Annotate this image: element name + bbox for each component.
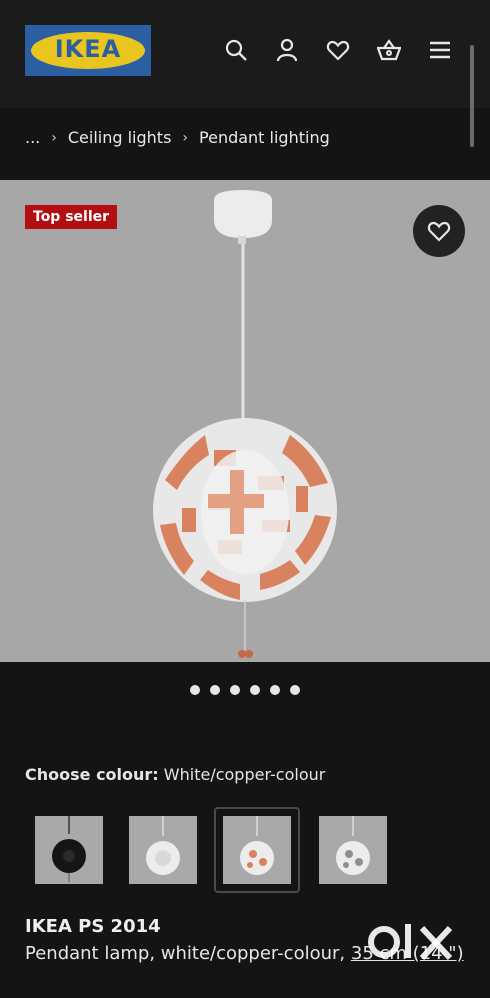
ikea-logo[interactable]: IKEA xyxy=(25,25,151,76)
swatch-thumbnail xyxy=(35,816,103,884)
selected-colour-value: White/copper-colour xyxy=(163,765,326,784)
colour-option-white-copper[interactable] xyxy=(214,807,300,893)
gallery-dot[interactable] xyxy=(250,685,260,695)
header-icons xyxy=(224,38,452,62)
olx-watermark-icon xyxy=(368,924,453,961)
swatch-thumbnail xyxy=(129,816,197,884)
gallery-dot[interactable] xyxy=(270,685,280,695)
colour-swatches xyxy=(26,807,466,895)
chevron-right-icon: › xyxy=(182,129,189,146)
colour-selector-label: Choose colour: White/copper-colour xyxy=(25,765,325,784)
colour-option-black[interactable] xyxy=(26,807,112,893)
choose-colour-label: Choose colour: xyxy=(25,765,159,784)
basket-icon[interactable] xyxy=(377,38,401,62)
menu-icon[interactable] xyxy=(428,38,452,62)
heart-icon xyxy=(427,221,451,242)
top-bar: IKEA xyxy=(0,0,490,108)
chevron-right-icon: › xyxy=(51,129,57,146)
breadcrumb-ellipsis[interactable]: ... xyxy=(25,128,40,147)
gallery-dot[interactable] xyxy=(230,685,240,695)
top-seller-badge: Top seller xyxy=(25,205,118,229)
search-icon[interactable] xyxy=(224,38,248,62)
colour-option-white-silver[interactable] xyxy=(310,807,396,893)
scrollbar[interactable] xyxy=(470,45,474,147)
user-icon[interactable] xyxy=(275,38,299,62)
breadcrumb-pendant-lighting[interactable]: Pendant lighting xyxy=(199,128,330,147)
gallery-dot[interactable] xyxy=(290,685,300,695)
product-image[interactable]: Top seller xyxy=(0,180,490,662)
heart-icon[interactable] xyxy=(326,38,350,62)
swatch-thumbnail xyxy=(223,816,291,884)
pendant-lamp-illustration xyxy=(153,190,337,658)
add-to-favourites-button[interactable] xyxy=(413,205,465,257)
breadcrumb-ceiling-lights[interactable]: Ceiling lights xyxy=(68,128,172,147)
gallery-pagination xyxy=(0,685,490,695)
product-type: Pendant lamp, white/copper-colour, xyxy=(25,943,346,964)
swatch-thumbnail xyxy=(319,816,387,884)
gallery-dot[interactable] xyxy=(190,685,200,695)
gallery-dot[interactable] xyxy=(210,685,220,695)
logo-text: IKEA xyxy=(54,35,122,63)
product-name: IKEA PS 2014 xyxy=(25,916,161,937)
breadcrumb: ... › Ceiling lights › Pendant lighting xyxy=(25,128,330,147)
colour-option-white[interactable] xyxy=(120,807,206,893)
